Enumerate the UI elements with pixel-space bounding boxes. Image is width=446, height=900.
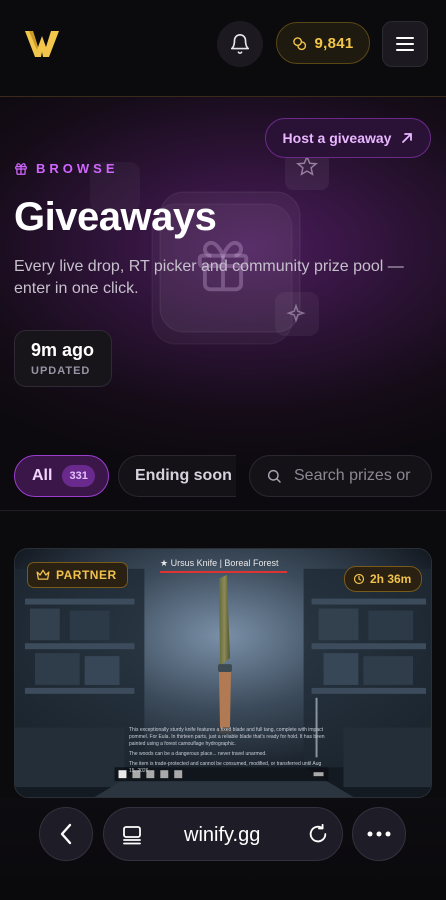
host-giveaway-button[interactable]: Host a giveaway (265, 118, 431, 158)
filter-bar: All 331 Ending soon (0, 455, 446, 499)
section-divider (0, 510, 446, 511)
giveaway-card[interactable]: ★ Ursus Knife | Boreal Forest This excep… (14, 548, 432, 798)
address-bar[interactable]: winify.gg (103, 807, 343, 861)
arrow-up-right-icon (402, 133, 413, 143)
eyebrow: BROWSE (14, 161, 119, 176)
page-title: Giveaways (14, 195, 217, 239)
coin-balance[interactable]: 9,841 (276, 22, 370, 64)
time-left-badge: 2h 36m (344, 566, 423, 592)
filter-chip-all-label: All (32, 467, 53, 484)
tabs-icon[interactable] (122, 825, 142, 845)
filter-chip-ending-soon[interactable]: Ending soon (118, 455, 236, 497)
clock-icon (353, 573, 365, 585)
menu-button[interactable] (382, 21, 428, 67)
coin-balance-value: 9,841 (314, 34, 354, 52)
more-dots-icon (367, 831, 391, 837)
hamburger-icon (396, 37, 414, 51)
rarity-bar (160, 571, 287, 573)
updated-time: 9m ago (31, 340, 95, 360)
reload-icon[interactable] (307, 823, 329, 845)
star-icon (296, 155, 318, 176)
filter-chip-all[interactable]: All 331 (14, 455, 109, 497)
crown-icon (36, 569, 50, 580)
url-text: winify.gg (184, 824, 261, 846)
notifications-button[interactable] (217, 21, 263, 67)
prize-description-line: The item is trade-protected and cannot b… (129, 761, 322, 774)
prize-description: This exceptionally sturdy knife features… (129, 727, 329, 778)
browser-toolbar: winify.gg (0, 798, 446, 900)
partner-badge-label: PARTNER (56, 568, 117, 582)
back-button[interactable] (39, 807, 93, 861)
hero-section: Host a giveaway BROWSE Giveaways Every l… (0, 96, 446, 511)
prize-description-line: This exceptionally sturdy knife features… (129, 727, 325, 747)
filter-chip-all-count: 331 (62, 465, 95, 487)
partner-badge: PARTNER (27, 562, 128, 588)
search-icon (267, 469, 281, 483)
coins-icon (293, 36, 307, 50)
updated-card: 9m ago UPDATED (14, 330, 112, 387)
time-left-value: 2h 36m (370, 572, 412, 586)
chevron-left-icon (60, 823, 72, 845)
host-giveaway-label: Host a giveaway (282, 130, 392, 146)
search-input[interactable] (294, 467, 424, 485)
updated-label: UPDATED (31, 365, 91, 377)
sparkle-icon (286, 303, 306, 323)
prize-item-name: ★ Ursus Knife | Boreal Forest (160, 558, 279, 568)
bell-icon (230, 34, 250, 54)
more-options-button[interactable] (352, 807, 406, 861)
top-bar: 9,841 (0, 0, 446, 96)
page-subtitle: Every live drop, RT picker and community… (14, 258, 404, 297)
gift-small-icon (15, 162, 27, 175)
eyebrow-label: BROWSE (36, 161, 119, 176)
search-field[interactable] (249, 455, 432, 497)
prize-description-line: The woods can be a dangerous place... ne… (129, 751, 267, 757)
winify-logo[interactable] (24, 28, 60, 60)
filter-chip-ending-soon-label: Ending soon (135, 467, 232, 484)
